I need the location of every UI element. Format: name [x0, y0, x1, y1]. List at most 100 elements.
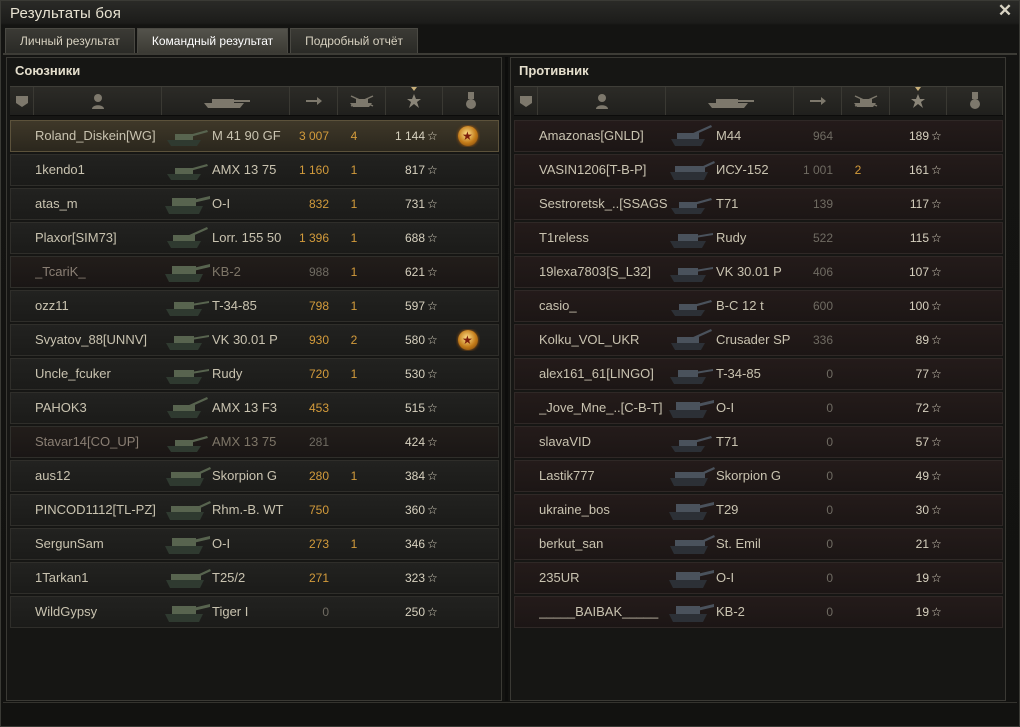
column-tank[interactable] — [162, 87, 290, 115]
kills-value — [845, 597, 871, 627]
ally-row[interactable]: 1kendo1 AMX 13 75 1 160 1 817 ☆ — [10, 154, 499, 186]
tank-icon — [163, 257, 211, 287]
star-icon: ☆ — [427, 299, 438, 313]
enemy-row[interactable]: Lastik777 Skorpion G 0 49 ☆ — [514, 460, 1003, 492]
player-icon — [595, 93, 609, 109]
tab-detailed-report[interactable]: Подробный отчёт — [290, 28, 419, 53]
vehicle-name: T71 — [716, 196, 739, 211]
ally-row[interactable]: aus12 Skorpion G 280 1 384 ☆ — [10, 460, 499, 492]
column-damage[interactable] — [290, 87, 338, 115]
column-kills[interactable] — [338, 87, 386, 115]
damage-value: 336 — [812, 333, 833, 347]
enemy-row[interactable]: 19lexa7803[S_L32] VK 30.01 P 406 107 ☆ — [514, 256, 1003, 288]
player-name: atas_m — [35, 196, 78, 211]
column-squad[interactable] — [514, 87, 538, 115]
tank-icon — [163, 189, 211, 219]
enemy-row[interactable]: _Jove_Mne_..[C-B-T] O-I 0 72 ☆ — [514, 392, 1003, 424]
damage-value: 1 160 — [298, 163, 329, 177]
ally-row[interactable]: WildGypsy Tiger I 0 250 ☆ — [10, 596, 499, 628]
enemy-row[interactable]: VASIN1206[T-B-P] ИСУ-152 1 001 2 161 ☆ — [514, 154, 1003, 186]
column-kills[interactable] — [842, 87, 890, 115]
player-name: Kolku_VOL_UKR — [539, 332, 640, 347]
medal-icon[interactable] — [456, 329, 480, 351]
ally-row[interactable]: 1Tarkan1 T25/2 271 323 ☆ — [10, 562, 499, 594]
medal-icon[interactable] — [456, 125, 480, 147]
ally-row[interactable]: Roland_Diskein[WG] M 41 90 GF 3 007 4 1 144 ☆ — [10, 120, 499, 152]
enemy-row[interactable]: Amazonas[GNLD] M44 964 189 ☆ — [514, 120, 1003, 152]
close-icon[interactable]: ✕ — [997, 2, 1013, 19]
kills-icon — [851, 94, 881, 108]
enemy-row[interactable]: _____BAIBAK_____ KB-2 0 19 ☆ — [514, 596, 1003, 628]
damage-value: 964 — [812, 129, 833, 143]
kills-value — [845, 461, 871, 491]
enemy-row[interactable]: casio_ B-C 12 t 600 100 ☆ — [514, 290, 1003, 322]
medal-badge — [458, 330, 478, 350]
ally-row[interactable]: Stavar14[CO_UP] AMX 13 75 281 424 ☆ — [10, 426, 499, 458]
vehicle-name: VK 30.01 P — [716, 264, 782, 279]
star-icon: ☆ — [931, 299, 942, 313]
tank-icon — [163, 325, 211, 355]
star-icon: ☆ — [427, 367, 438, 381]
tab-team-result[interactable]: Командный результат — [136, 28, 289, 53]
ally-row[interactable]: atas_m O-I 832 1 731 ☆ — [10, 188, 499, 220]
vehicle-name: T25/2 — [212, 570, 246, 585]
damage-value: 600 — [812, 299, 833, 313]
enemy-row[interactable]: 235UR O-I 0 19 ☆ — [514, 562, 1003, 594]
column-medal[interactable] — [947, 87, 1003, 115]
enemy-row[interactable]: alex161_61[LINGO] T-34-85 0 77 ☆ — [514, 358, 1003, 390]
column-xp-star[interactable] — [386, 87, 443, 115]
tank-icon — [667, 121, 715, 151]
player-name: 1kendo1 — [35, 162, 85, 177]
xp-value: 817 — [404, 163, 425, 177]
enemy-row[interactable]: Sestroretsk_..[SSAGS] T71 139 117 ☆ — [514, 188, 1003, 220]
ally-row[interactable]: _TcariK_ KB-2 988 1 621 ☆ — [10, 256, 499, 288]
column-xp-star[interactable] — [890, 87, 947, 115]
tank-icon — [163, 359, 211, 389]
column-damage[interactable] — [794, 87, 842, 115]
enemy-row[interactable]: berkut_san St. Emil 0 21 ☆ — [514, 528, 1003, 560]
kills-value — [845, 359, 871, 389]
ally-row[interactable]: Uncle_fcuker Rudy 720 1 530 ☆ — [10, 358, 499, 390]
column-player[interactable] — [34, 87, 162, 115]
ally-row[interactable]: ozz11 T-34-85 798 1 597 ☆ — [10, 290, 499, 322]
medal-badge — [458, 126, 478, 146]
xp-value: 77 — [915, 367, 929, 381]
tab-personal-result[interactable]: Личный результат — [5, 28, 135, 53]
kills-value — [845, 223, 871, 253]
damage-value: 930 — [308, 333, 329, 347]
enemy-row[interactable]: slavaVID T71 0 57 ☆ — [514, 426, 1003, 458]
ally-row[interactable]: Plaxor[SIM73] Lorr. 155 50 1 396 1 688 ☆ — [10, 222, 499, 254]
column-player[interactable] — [538, 87, 666, 115]
damage-value: 139 — [812, 197, 833, 211]
enemy-row[interactable]: ukraine_bos T29 0 30 ☆ — [514, 494, 1003, 526]
tank-icon — [163, 291, 211, 321]
damage-value: 988 — [308, 265, 329, 279]
star-icon: ☆ — [931, 265, 942, 279]
star-icon: ☆ — [931, 163, 942, 177]
enemy-row[interactable]: T1reless Rudy 522 115 ☆ — [514, 222, 1003, 254]
column-squad[interactable] — [10, 87, 34, 115]
tank-icon — [200, 93, 252, 109]
enemy-row[interactable]: Kolku_VOL_UKR Crusader SP 336 89 ☆ — [514, 324, 1003, 356]
ally-row[interactable]: PAHOK3 AMX 13 F3 453 515 ☆ — [10, 392, 499, 424]
tab-bar: Личный результат Командный результат Под… — [5, 28, 420, 53]
column-medal[interactable] — [443, 87, 499, 115]
column-tank[interactable] — [666, 87, 794, 115]
kills-icon — [347, 94, 377, 108]
star-icon: ☆ — [931, 571, 942, 585]
ally-row[interactable]: SergunSam O-I 273 1 346 ☆ — [10, 528, 499, 560]
kills-value — [845, 427, 871, 457]
star-icon: ☆ — [427, 469, 438, 483]
star-icon: ☆ — [931, 503, 942, 517]
kills-value: 1 — [350, 469, 358, 483]
ally-row[interactable]: PINCOD1112[TL-PZ] Rhm.-B. WT 750 360 ☆ — [10, 494, 499, 526]
vehicle-name: M44 — [716, 128, 742, 143]
vehicle-name: Rudy — [212, 366, 243, 381]
player-name: 235UR — [539, 570, 580, 585]
xp-value: 189 — [908, 129, 929, 143]
ally-row[interactable]: Svyatov_88[UNNV] VK 30.01 P 930 2 580 ☆ — [10, 324, 499, 356]
star-icon: ☆ — [427, 163, 438, 177]
xp-value: 161 — [908, 163, 929, 177]
vehicle-name: AMX 13 F3 — [212, 400, 278, 415]
star-icon: ☆ — [427, 435, 438, 449]
